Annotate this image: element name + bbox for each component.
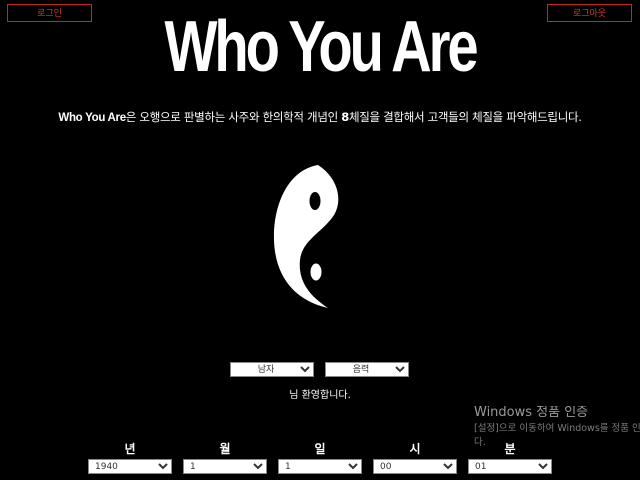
- year-select[interactable]: 1940: [88, 459, 172, 474]
- hour-label: 시: [409, 442, 421, 456]
- day-select[interactable]: 1: [278, 459, 362, 474]
- windows-activation-watermark: Windows 정품 인증 [설정]으로 이동하여 Windows를 정품 인증…: [474, 406, 640, 450]
- description-brand: Who You Are: [58, 112, 126, 124]
- watermark-line-1: [설정]으로 이동하여 Windows를 정품 인증합: [474, 423, 640, 434]
- gender-select[interactable]: 남자: [230, 362, 314, 377]
- minute-select[interactable]: 01: [468, 459, 552, 474]
- description-text-1: 은 오행으로 판별하는 사주와 한의학적 개념인: [125, 110, 342, 124]
- yin-yang-icon: [273, 165, 339, 308]
- month-select[interactable]: 1: [183, 459, 267, 474]
- yin-yang-light-dot: [310, 263, 322, 281]
- yin-yang-body: [273, 165, 339, 308]
- description-number: 8: [341, 110, 349, 124]
- yin-yang-dark-dot: [309, 192, 321, 210]
- description-text-2: 체질을 결합해서 고객들의 체질을 파악해드립니다.: [348, 110, 582, 124]
- month-label: 월: [219, 442, 231, 456]
- page: 로그인 로그아웃 Who You Are Who You Are은 오행으로 판…: [0, 0, 640, 480]
- year-label: 년: [124, 442, 136, 456]
- day-label: 일: [314, 442, 326, 456]
- calendar-type-select[interactable]: 음력: [325, 362, 409, 377]
- watermark-line-2: 다.: [474, 437, 486, 448]
- page-title: Who You Are: [164, 7, 479, 87]
- welcome-message: 님 환영합니다.: [289, 390, 351, 401]
- hour-select[interactable]: 00: [373, 459, 457, 474]
- description: Who You Are은 오행으로 판별하는 사주와 한의학적 개념인 8체질을…: [0, 109, 640, 125]
- watermark-title: Windows 정품 인증: [474, 406, 589, 420]
